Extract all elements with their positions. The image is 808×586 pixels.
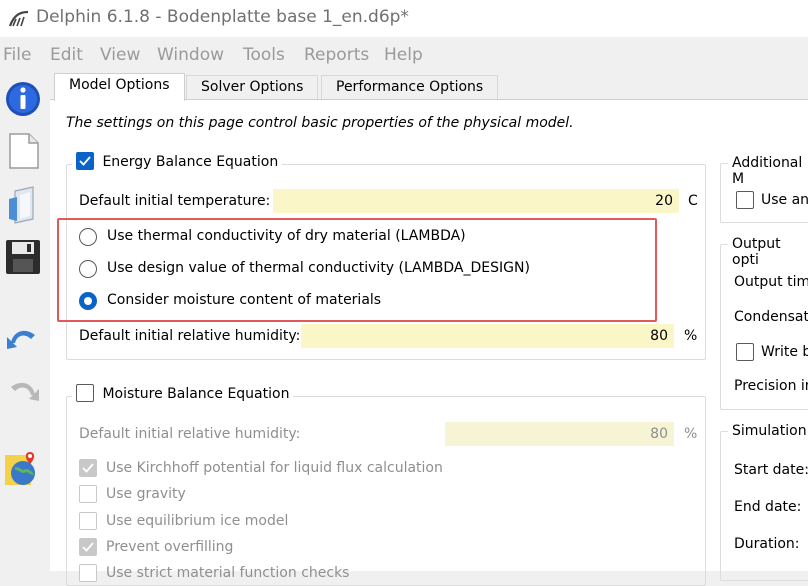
moisture-balance-label: Moisture Balance Equation — [102, 386, 290, 402]
ice-model-checkbox[interactable] — [79, 512, 97, 530]
overfilling-checkbox[interactable] — [79, 538, 97, 556]
menu-view[interactable]: View — [100, 45, 140, 65]
menu-file[interactable]: File — [3, 45, 31, 65]
moisture-balance-header: Moisture Balance Equation — [72, 384, 294, 403]
ice-model-label: Use equilibrium ice model — [106, 513, 289, 529]
annotation-highlight-box — [57, 218, 657, 322]
energy-balance-header: Energy Balance Equation — [72, 152, 283, 171]
start-date-label: Start date: — [734, 462, 808, 478]
title-bar: Delphin 6.1.8 - Bodenplatte base 1_en.d6… — [0, 0, 808, 37]
initial-temperature-input[interactable] — [273, 189, 679, 213]
kirchhoff-checkbox[interactable] — [79, 459, 97, 477]
window-title: Delphin 6.1.8 - Bodenplatte base 1_en.d6… — [36, 7, 409, 27]
save-icon[interactable] — [3, 237, 43, 277]
delphin-app-icon — [8, 9, 30, 33]
info-icon[interactable] — [3, 79, 43, 119]
duration-label: Duration: — [734, 536, 800, 552]
gravity-checkbox[interactable] — [79, 485, 97, 503]
energy-balance-label: Energy Balance Equation — [102, 154, 279, 170]
new-file-icon[interactable] — [3, 131, 43, 171]
menu-window[interactable]: Window — [157, 45, 224, 65]
additional-use-checkbox[interactable] — [736, 191, 754, 209]
overfilling-label: Prevent overfilling — [106, 539, 234, 555]
menu-bar: File Edit View Window Tools Reports Help — [0, 37, 808, 73]
moisture-rh-label: Default initial relative humidity: — [79, 426, 301, 442]
output-time-label: Output time — [734, 274, 808, 290]
model-options-panel: The settings on this page control basic … — [50, 99, 808, 586]
output-header: Output opti — [728, 236, 808, 268]
left-toolbar — [0, 73, 50, 571]
menu-tools[interactable]: Tools — [243, 45, 285, 65]
condensate-label: Condensate — [734, 309, 808, 325]
tab-solver-options[interactable]: Solver Options — [186, 75, 319, 100]
menu-help[interactable]: Help — [384, 45, 423, 65]
simulation-header: Simulation — [728, 423, 808, 439]
undo-icon[interactable] — [3, 317, 43, 357]
energy-rh-label: Default initial relative humidity: — [79, 328, 301, 344]
additional-header: Additional M — [728, 155, 808, 187]
precision-label: Precision in — [734, 378, 808, 394]
energy-balance-checkbox[interactable] — [76, 152, 94, 170]
additional-use-label: Use an — [761, 192, 808, 208]
gravity-label: Use gravity — [106, 486, 186, 502]
temperature-unit: C — [688, 193, 698, 209]
energy-rh-unit: % — [684, 328, 698, 344]
menu-reports[interactable]: Reports — [304, 45, 369, 65]
kirchhoff-label: Use Kirchhoff potential for liquid flux … — [106, 460, 443, 476]
intro-text: The settings on this page control basic … — [66, 115, 574, 131]
moisture-balance-checkbox[interactable] — [76, 384, 94, 402]
tab-performance-options[interactable]: Performance Options — [321, 75, 499, 100]
strict-checks-checkbox[interactable] — [79, 564, 97, 582]
tab-bar: Model Options Solver Options Performance… — [50, 73, 808, 101]
strict-checks-label: Use strict material function checks — [106, 565, 350, 581]
moisture-rh-unit: % — [684, 426, 698, 442]
menu-edit[interactable]: Edit — [50, 45, 83, 65]
globe-location-icon[interactable] — [3, 449, 43, 489]
write-label: Write b — [761, 344, 808, 360]
write-checkbox[interactable] — [736, 343, 754, 361]
moisture-rh-input[interactable] — [445, 422, 674, 446]
end-date-label: End date: — [734, 499, 802, 515]
initial-temperature-label: Default initial temperature: — [79, 193, 271, 209]
redo-icon[interactable] — [3, 369, 43, 409]
open-file-icon[interactable] — [3, 185, 43, 225]
tab-model-options[interactable]: Model Options — [54, 73, 185, 101]
energy-rh-input[interactable] — [301, 324, 674, 348]
